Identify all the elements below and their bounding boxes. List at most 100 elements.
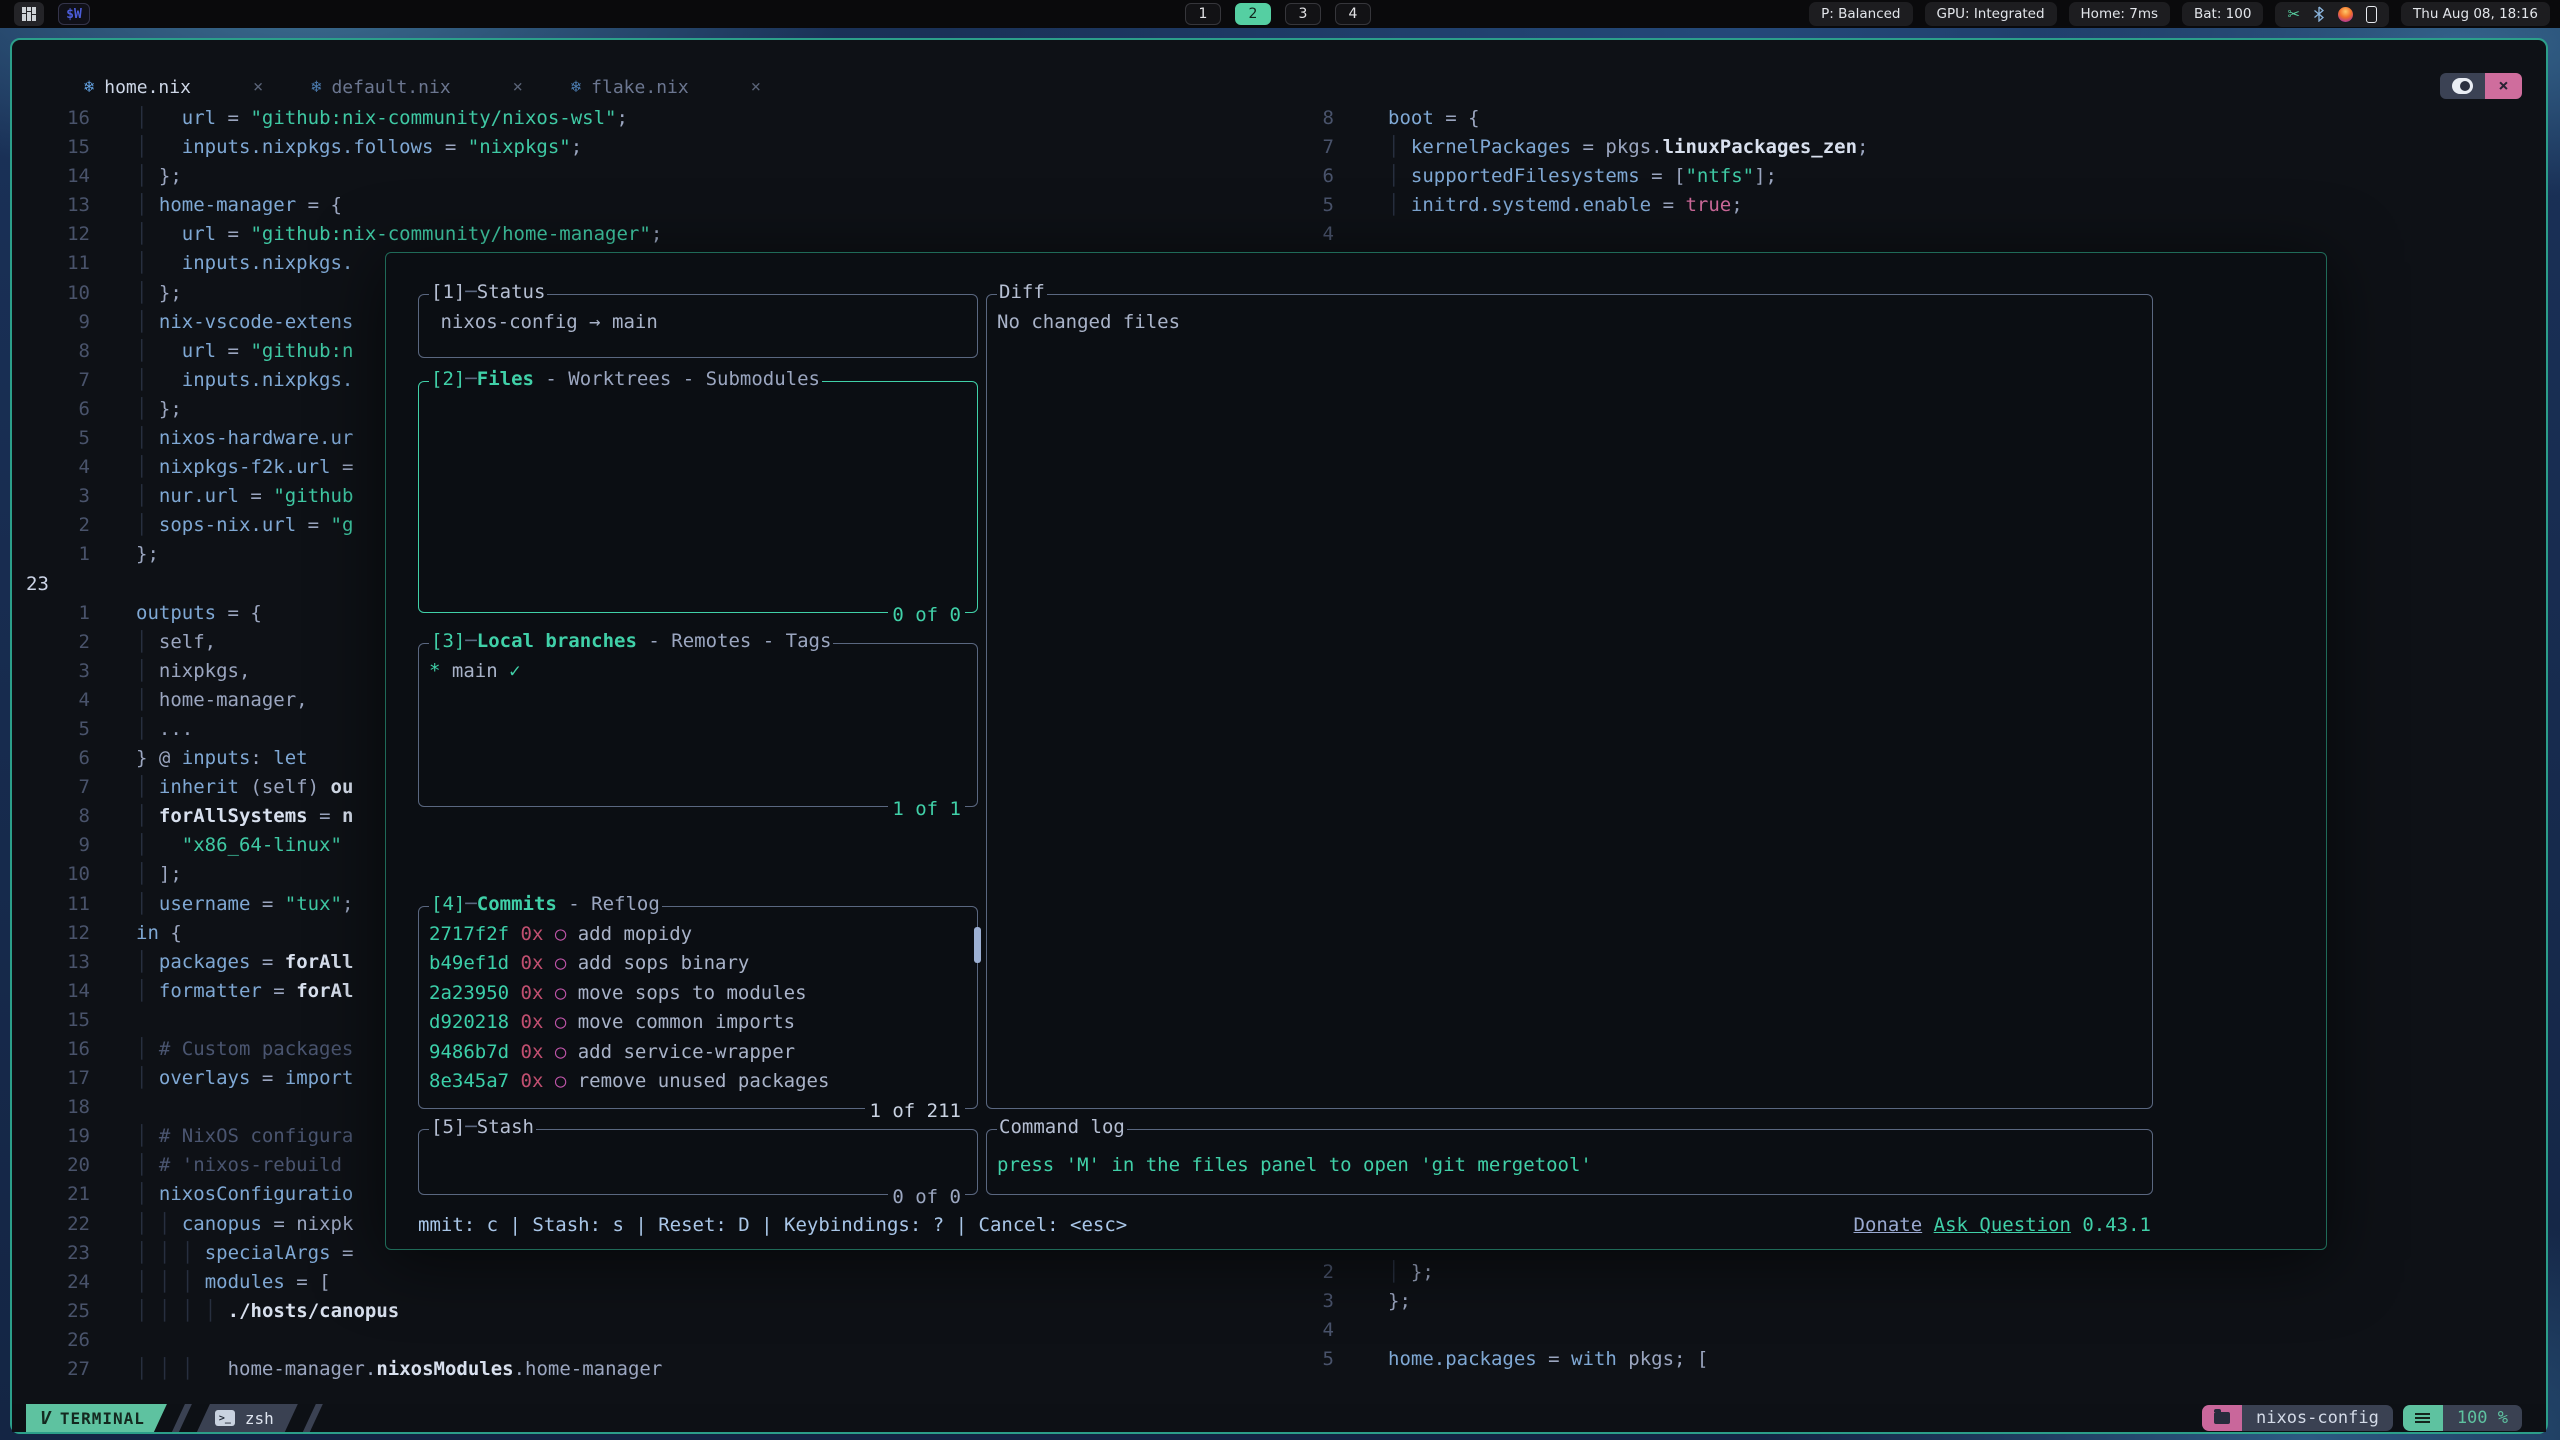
flame-icon[interactable] xyxy=(2338,7,2353,22)
clock[interactable]: Thu Aug 08, 18:16 xyxy=(2401,2,2550,26)
workspace-button-4[interactable]: 4 xyxy=(1335,3,1371,25)
workspace-launcher-icon[interactable]: $W xyxy=(58,3,90,25)
line-number: 5 xyxy=(1310,191,1344,220)
status-panel-title: [1]─Status xyxy=(429,281,547,303)
line-number: 3 xyxy=(12,657,102,686)
phone-icon[interactable] xyxy=(2366,6,2377,23)
commit-row[interactable]: 2a23950 0x ○ move sops to modules xyxy=(429,979,977,1008)
lazygit-status-panel[interactable]: [1]─Status nixos-config → main xyxy=(418,294,978,358)
tab-close-icon[interactable]: × xyxy=(751,77,761,97)
window-close-button[interactable]: × xyxy=(2485,73,2522,99)
commit-row[interactable]: d920218 0x ○ move common imports xyxy=(429,1008,977,1037)
commits-count: 1 of 211 xyxy=(865,1100,965,1122)
code-line: 8boot = { xyxy=(1310,104,2546,133)
apps-grid-icon[interactable] xyxy=(14,2,44,26)
code-text: │ ]; xyxy=(136,860,182,889)
line-number: 22 xyxy=(12,1210,102,1239)
code-text: │ }; xyxy=(1388,1258,1434,1287)
code-line: 6│ supportedFilesystems = ["ntfs"]; xyxy=(1310,162,2546,191)
line-number: 18 xyxy=(12,1093,102,1122)
ask-question-link[interactable]: Ask Question xyxy=(1934,1214,2071,1236)
line-number: 2 xyxy=(1310,1258,1344,1287)
line-number: 10 xyxy=(12,279,102,308)
commit-row[interactable]: 2717f2f 0x ○ add mopidy xyxy=(429,920,977,949)
line-number: 6 xyxy=(1310,162,1344,191)
tab-home.nix[interactable]: ❄home.nix× xyxy=(84,77,263,98)
line-number: 4 xyxy=(1310,1316,1344,1345)
code-text: │ home-manager, xyxy=(136,686,308,715)
toggle-knob-icon xyxy=(2452,78,2473,94)
status-pill[interactable]: Home: 7ms xyxy=(2069,2,2170,26)
lazygit-stash-panel[interactable]: [5]─Stash 0 of 0 xyxy=(418,1129,978,1195)
code-text: │ │ │ │ ./hosts/canopus xyxy=(136,1297,399,1326)
branch-list-item[interactable]: * main ✓ xyxy=(419,644,977,699)
donate-link[interactable]: Donate xyxy=(1854,1214,1923,1236)
line-number: 27 xyxy=(12,1355,102,1384)
code-text: home.packages = with pkgs; [ xyxy=(1388,1345,1708,1374)
scissors-icon[interactable]: ✂ xyxy=(2287,7,2300,22)
code-text: }; xyxy=(1388,1287,1411,1316)
commit-row[interactable]: 9486b7d 0x ○ add service-wrapper xyxy=(429,1038,977,1067)
line-number: 3 xyxy=(12,482,102,511)
code-text: │ nur.url = "github xyxy=(136,482,353,511)
repo-indicator: nixos-config xyxy=(2202,1405,2393,1431)
tab-close-icon[interactable]: × xyxy=(513,77,523,97)
code-text: │ packages = forAll xyxy=(136,948,353,977)
mode-segment: V TERMINAL xyxy=(26,1404,167,1432)
line-number: 4 xyxy=(12,453,102,482)
line-number: 23 xyxy=(12,1239,102,1268)
commit-row[interactable]: 8e345a7 0x ○ remove unused packages xyxy=(429,1067,977,1096)
lazygit-command-log-panel[interactable]: Command log press 'M' in the files panel… xyxy=(986,1129,2153,1195)
line-number: 12 xyxy=(12,220,102,249)
nix-snowflake-icon: ❄ xyxy=(571,77,581,97)
code-text: in { xyxy=(136,919,182,948)
code-line: 16│ url = "github:nix-community/nixos-ws… xyxy=(12,104,1310,133)
code-text: │ nixpkgs-f2k.url = xyxy=(136,453,353,482)
tab-close-icon[interactable]: × xyxy=(253,77,263,97)
workspace-button-1[interactable]: 1 xyxy=(1185,3,1221,25)
editor-tab-bar: ❄home.nix× ❄default.nix× ❄flake.nix× xyxy=(84,70,809,104)
lazygit-branches-panel[interactable]: [3]─Local branches - Remotes - Tags * ma… xyxy=(418,643,978,807)
status-pill[interactable]: GPU: Integrated xyxy=(1925,2,2057,26)
line-number: 15 xyxy=(12,133,102,162)
code-text: │ │ │ home-manager.nixosModules.home-man… xyxy=(136,1355,662,1384)
line-number: 5 xyxy=(12,715,102,744)
code-text: │ self, xyxy=(136,628,216,657)
scroll-indicator: 100 % xyxy=(2403,1405,2522,1431)
topbar-right-cluster: P: Balanced GPU: Integrated Home: 7ms Bat: … xyxy=(1809,2,2550,26)
line-number: 16 xyxy=(12,104,102,133)
tab-flake.nix[interactable]: ❄flake.nix× xyxy=(571,77,761,98)
status-pill[interactable]: P: Balanced xyxy=(1809,2,1912,26)
line-number: 19 xyxy=(12,1122,102,1151)
diff-panel-content: No changed files xyxy=(987,295,2152,350)
stash-panel-title: [5]─Stash xyxy=(429,1116,536,1138)
code-text: │ forAllSystems = n xyxy=(136,802,353,831)
tab-default.nix[interactable]: ❄default.nix× xyxy=(311,77,523,98)
line-number: 16 xyxy=(12,1035,102,1064)
line-number: 15 xyxy=(12,1006,102,1035)
code-text: │ username = "tux"; xyxy=(136,890,353,919)
code-line: 12│ url = "github:nix-community/home-man… xyxy=(12,220,1310,249)
commit-row[interactable]: b49ef1d 0x ○ add sops binary xyxy=(429,949,977,978)
window-toggle-button[interactable] xyxy=(2440,73,2485,99)
line-number: 20 xyxy=(12,1151,102,1180)
command-log-content: press 'M' in the files panel to open 'gi… xyxy=(987,1130,2152,1176)
workspace-button-3[interactable]: 3 xyxy=(1285,3,1321,25)
bluetooth-icon[interactable] xyxy=(2313,6,2325,22)
lazygit-files-panel[interactable]: [2]─Files - Worktrees - Submodules 0 of … xyxy=(418,381,978,613)
commits-scrollbar[interactable] xyxy=(974,927,981,963)
status-pill[interactable]: Bat: 100 xyxy=(2182,2,2263,26)
lazygit-diff-panel[interactable]: Diff No changed files xyxy=(986,294,2153,1109)
lazygit-commits-panel[interactable]: [4]─Commits - Reflog 2717f2f 0x ○ add mo… xyxy=(418,906,978,1109)
status-pills: P: Balanced GPU: Integrated Home: 7ms Bat: … xyxy=(1809,2,2263,26)
code-text: │ │ │ specialArgs = xyxy=(136,1239,353,1268)
line-number: 23 xyxy=(12,570,102,599)
workspace-button-2[interactable]: 2 xyxy=(1235,3,1271,25)
terminal-icon: >_ xyxy=(215,1410,235,1426)
code-text: │ formatter = forAl xyxy=(136,977,353,1006)
vim-icon: V xyxy=(40,1408,52,1429)
nix-snowflake-icon: ❄ xyxy=(311,77,321,97)
line-number: 10 xyxy=(12,860,102,889)
code-text: │ │ canopus = nixpk xyxy=(136,1210,353,1239)
stash-count: 0 of 0 xyxy=(888,1186,965,1208)
